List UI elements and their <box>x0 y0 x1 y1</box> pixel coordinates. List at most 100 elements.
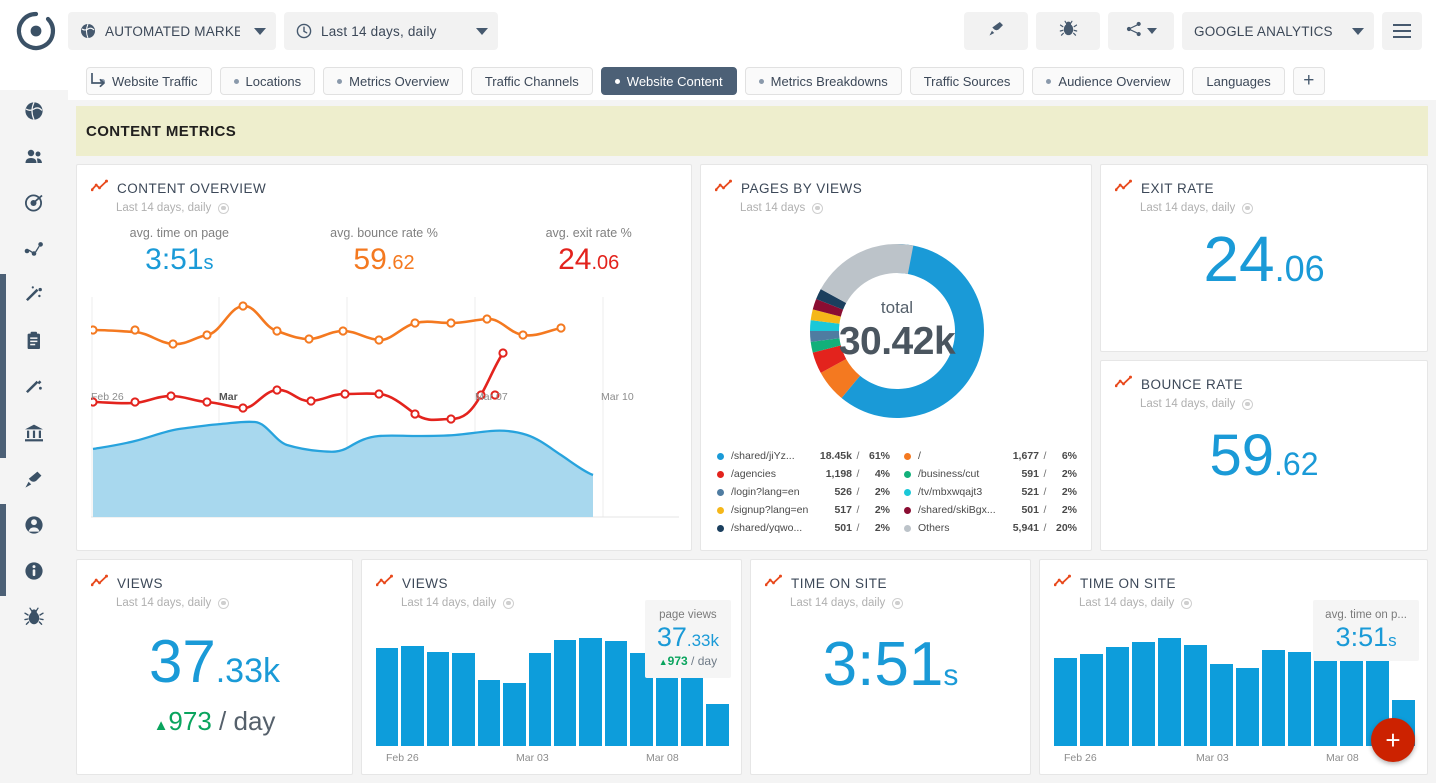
sidebar-item-share-nodes[interactable] <box>0 228 68 274</box>
bar[interactable] <box>1340 653 1363 746</box>
add-tab-button[interactable]: + <box>1293 67 1325 95</box>
bar[interactable] <box>1236 668 1259 746</box>
bar-x-label: Feb 26 <box>386 752 419 764</box>
chevron-down-icon <box>1352 28 1364 35</box>
bar[interactable] <box>1158 638 1181 746</box>
sidebar-item-bank[interactable] <box>0 412 68 458</box>
tab-label: Locations <box>246 74 302 89</box>
bar[interactable] <box>503 683 525 746</box>
bar[interactable] <box>579 638 601 746</box>
bar[interactable] <box>427 652 449 746</box>
bar[interactable] <box>1288 652 1311 746</box>
legend-row[interactable]: /shared/skiBgx...501/2% <box>904 501 1077 519</box>
legend-label: /login?lang=en <box>731 486 810 498</box>
menu-button[interactable] <box>1382 12 1422 50</box>
bar[interactable] <box>1210 664 1233 746</box>
data-source-select[interactable]: GOOGLE ANALYTICS <box>1182 12 1374 50</box>
target-icon <box>218 203 229 214</box>
bar[interactable] <box>1262 650 1285 746</box>
legend-label: /business/cut <box>918 468 997 480</box>
sidebar-item-pencil[interactable] <box>0 366 68 412</box>
bar[interactable] <box>401 646 423 746</box>
legend-percent: 2% <box>1051 468 1077 480</box>
sidebar-item-clipboard[interactable] <box>0 320 68 366</box>
legend-column-right: /1,677/6%/business/cut591/2%/tv/mbxwqajt… <box>904 447 1077 537</box>
card-content-overview: CONTENT OVERVIEW Last 14 days, daily avg… <box>76 164 692 551</box>
date-range-select[interactable]: Last 14 days, daily <box>284 12 498 50</box>
sidebar-active-bar <box>0 412 6 458</box>
legend-value: 18.45k <box>810 450 852 462</box>
bar[interactable] <box>1314 650 1337 746</box>
tab-website-content[interactable]: Website Content <box>601 67 737 95</box>
legend-row[interactable]: /signup?lang=en517/2% <box>717 501 890 519</box>
dashboard-app: AUTOMATED MARKETING REPORTS Last 14 days… <box>0 0 1436 783</box>
sidebar-item-users[interactable] <box>0 136 68 182</box>
bug-button[interactable] <box>1036 12 1100 50</box>
tab-metrics-overview[interactable]: Metrics Overview <box>323 67 463 95</box>
card-subtitle: Last 14 days <box>740 202 1091 214</box>
card-header: BOUNCE RATE Last 14 days, daily <box>1101 361 1427 410</box>
legend-row[interactable]: Others5,941/20% <box>904 519 1077 537</box>
donut-slice[interactable] <box>821 244 914 303</box>
bar[interactable] <box>706 704 728 746</box>
legend-row[interactable]: /agencies1,198/4% <box>717 465 890 483</box>
bar[interactable] <box>529 653 551 746</box>
sidebar-item-target[interactable] <box>0 182 68 228</box>
legend-separator: / <box>1039 486 1051 498</box>
tab-label: Audience Overview <box>1058 74 1170 89</box>
section-title: CONTENT METRICS <box>86 123 236 140</box>
bar[interactable] <box>1054 658 1077 746</box>
sidebar-item-bug[interactable] <box>0 596 68 642</box>
tooltip-int: 37 <box>657 622 687 652</box>
sidebar-item-wand[interactable] <box>0 274 68 320</box>
overview-metric-int: 59 <box>353 243 386 276</box>
bar[interactable] <box>376 648 398 746</box>
tab-metrics-breakdowns[interactable]: Metrics Breakdowns <box>745 67 902 95</box>
bar[interactable] <box>605 641 627 746</box>
legend-value: 1,677 <box>997 450 1039 462</box>
bug-icon <box>23 606 45 633</box>
tab-traffic-channels[interactable]: Traffic Channels <box>471 67 593 95</box>
legend-row[interactable]: /tv/mbxwqajt3521/2% <box>904 483 1077 501</box>
exit-rate-value-wrap: 24.06 <box>1101 227 1427 291</box>
tab-locations[interactable]: Locations <box>220 67 316 95</box>
bar[interactable] <box>554 640 576 746</box>
bar[interactable] <box>1184 645 1207 746</box>
tab-traffic-sources[interactable]: Traffic Sources <box>910 67 1025 95</box>
dashboard-content: CONTENT METRICS CONTENT OVERVIEW Last 14… <box>68 100 1436 783</box>
tab-languages[interactable]: Languages <box>1192 67 1284 95</box>
overview-metric-int: 3:51 <box>145 243 203 276</box>
legend-label: /signup?lang=en <box>731 504 810 516</box>
overview-metric-int: 24 <box>558 243 591 276</box>
tooltip-unit: s <box>1388 631 1397 650</box>
sidebar-item-plug[interactable] <box>0 458 68 504</box>
legend-row[interactable]: /shared/jiYz...18.45k/61% <box>717 447 890 465</box>
legend-row[interactable]: /login?lang=en526/2% <box>717 483 890 501</box>
account-select[interactable]: AUTOMATED MARKETING REPORTS <box>68 12 276 50</box>
card-title: VIEWS <box>117 576 163 591</box>
bar[interactable] <box>1106 647 1129 746</box>
legend-row[interactable]: /shared/yqwo...501/2% <box>717 519 890 537</box>
sidebar-item-info[interactable] <box>0 550 68 596</box>
legend-percent: 2% <box>864 486 890 498</box>
card-header: VIEWS Last 14 days, daily <box>77 560 352 609</box>
tab-audience-overview[interactable]: Audience Overview <box>1032 67 1184 95</box>
legend-separator: / <box>1039 504 1051 516</box>
bar[interactable] <box>1132 642 1155 746</box>
legend-value: 521 <box>997 486 1039 498</box>
share-button[interactable] <box>1108 12 1174 50</box>
bar[interactable] <box>452 653 474 746</box>
pages-by-views-donut-chart <box>701 221 1093 441</box>
add-widget-fab[interactable]: + <box>1371 718 1415 762</box>
legend-row[interactable]: /1,677/6% <box>904 447 1077 465</box>
legend-row[interactable]: /business/cut591/2% <box>904 465 1077 483</box>
card-time-on-site-kpi: TIME ON SITE Last 14 days, daily 3:51s <box>750 559 1031 775</box>
sidebar-item-account[interactable] <box>0 504 68 550</box>
card-subtitle: Last 14 days, daily <box>790 597 1030 609</box>
tabs-host: Website TrafficLocationsMetrics Overview… <box>86 67 1325 95</box>
bar[interactable] <box>478 680 500 746</box>
legend-separator: / <box>852 468 864 480</box>
sidebar-item-globe[interactable] <box>0 90 68 136</box>
bar[interactable] <box>1080 654 1103 746</box>
plug-button[interactable] <box>964 12 1028 50</box>
